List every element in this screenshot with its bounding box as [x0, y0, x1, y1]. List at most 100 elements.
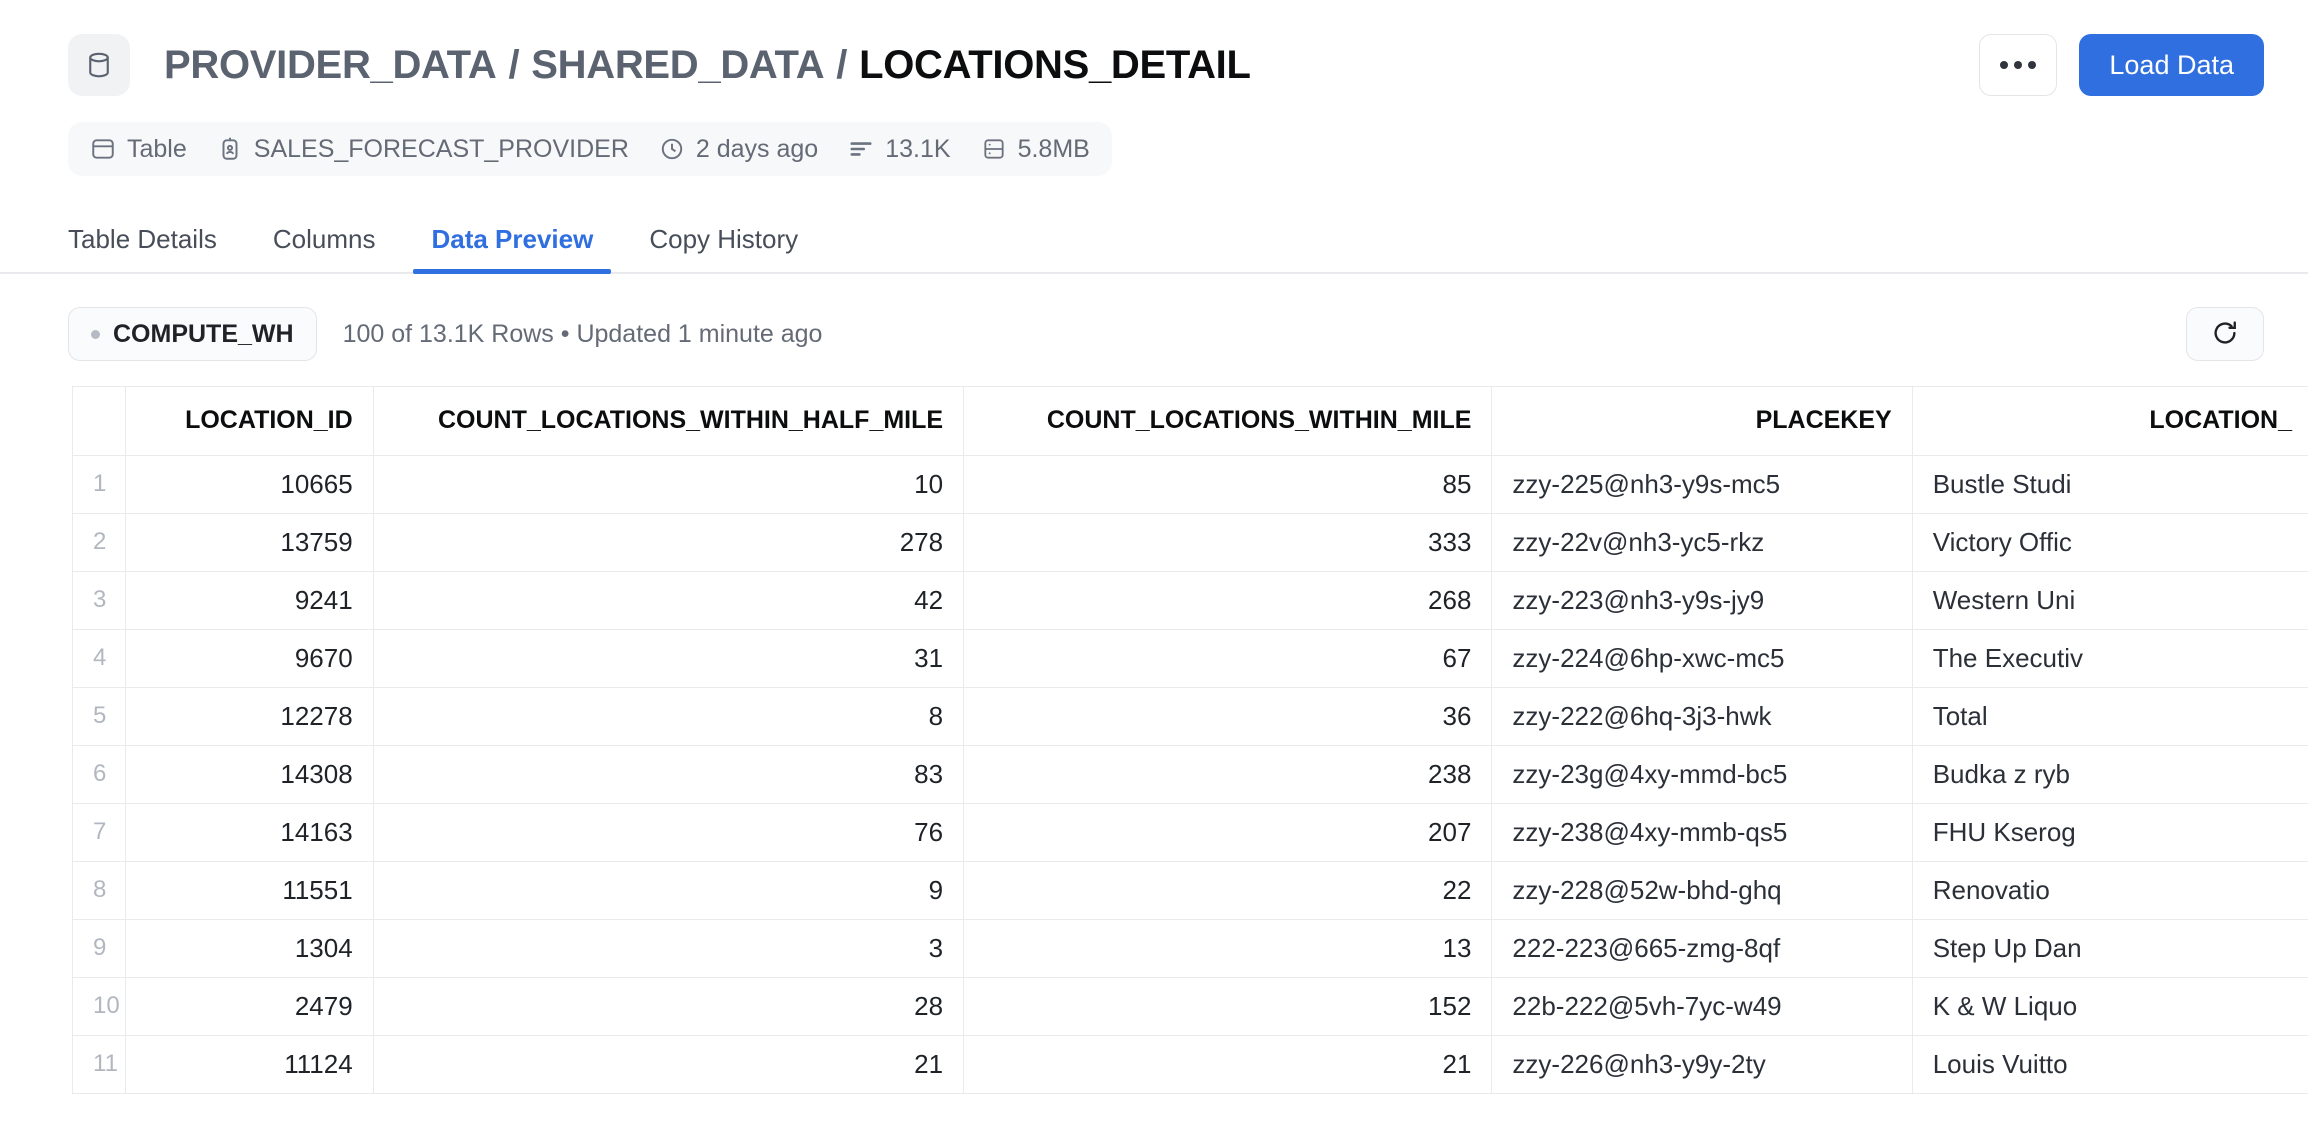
warehouse-status-dot	[91, 329, 100, 339]
rows-icon	[848, 136, 874, 162]
cell-placekey[interactable]: zzy-23g@4xy-mmd-bc5	[1491, 745, 1913, 804]
cell-location-name[interactable]: The Executiv	[1912, 629, 2308, 688]
row-number: 1	[73, 455, 126, 514]
cell-location-name[interactable]: Victory Offic	[1912, 513, 2308, 572]
cell-half-mile[interactable]: 83	[373, 745, 965, 804]
cell-mile[interactable]: 238	[963, 745, 1493, 804]
tab-table-details[interactable]: Table Details	[50, 224, 235, 272]
table-row[interactable]: 10 2479 28 152 22b-222@5vh-7yc-w49 K & W…	[73, 977, 2308, 1036]
breadcrumb-database[interactable]: PROVIDER_DATA	[164, 43, 497, 88]
cell-location-name[interactable]: Budka z ryb	[1912, 745, 2308, 804]
cell-half-mile[interactable]: 278	[373, 513, 965, 572]
table-header-row: LOCATION_ID COUNT_LOCATIONS_WITHIN_HALF_…	[73, 387, 2308, 456]
meta-updated: 2 days ago	[659, 135, 818, 164]
cell-location-id[interactable]: 12278	[125, 687, 374, 746]
cell-mile[interactable]: 36	[963, 687, 1493, 746]
cell-mile[interactable]: 268	[963, 571, 1493, 630]
cell-half-mile[interactable]: 76	[373, 803, 965, 862]
table-row[interactable]: 11 11124 21 21 zzy-226@nh3-y9y-2ty Louis…	[73, 1035, 2308, 1094]
refresh-button[interactable]	[2186, 307, 2264, 361]
cell-location-id[interactable]: 14308	[125, 745, 374, 804]
table-row[interactable]: 5 12278 8 36 zzy-222@6hq-3j3-hwk Total	[73, 687, 2308, 746]
cell-placekey[interactable]: zzy-224@6hp-xwc-mc5	[1491, 629, 1913, 688]
breadcrumb-schema[interactable]: SHARED_DATA	[531, 43, 824, 88]
cell-placekey[interactable]: zzy-22v@nh3-yc5-rkz	[1491, 513, 1913, 572]
refresh-icon	[2210, 318, 2240, 351]
warehouse-selector[interactable]: COMPUTE_WH	[68, 307, 317, 361]
cell-half-mile[interactable]: 21	[373, 1035, 965, 1094]
cell-location-id[interactable]: 13759	[125, 513, 374, 572]
column-header-location-name[interactable]: LOCATION_	[1912, 387, 2308, 456]
cell-location-id[interactable]: 1304	[125, 919, 374, 978]
data-preview-grid[interactable]: LOCATION_ID COUNT_LOCATIONS_WITHIN_HALF_…	[72, 386, 2308, 1094]
load-data-button[interactable]: Load Data	[2079, 34, 2264, 96]
cell-location-name[interactable]: Bustle Studi	[1912, 455, 2308, 514]
cell-mile[interactable]: 152	[963, 977, 1493, 1036]
cell-placekey[interactable]: zzy-225@nh3-y9s-mc5	[1491, 455, 1913, 514]
more-options-button[interactable]	[1979, 34, 2058, 96]
cell-half-mile[interactable]: 3	[373, 919, 965, 978]
meta-size-label: 5.8MB	[1017, 134, 1090, 163]
cell-half-mile[interactable]: 42	[373, 571, 965, 630]
tab-data-preview[interactable]: Data Preview	[413, 224, 612, 274]
cell-location-id[interactable]: 9670	[125, 629, 374, 688]
cell-location-id[interactable]: 9241	[125, 571, 374, 630]
table-row[interactable]: 7 14163 76 207 zzy-238@4xy-mmb-qs5 FHU K…	[73, 803, 2308, 862]
cell-half-mile[interactable]: 10	[373, 455, 965, 514]
cell-half-mile[interactable]: 31	[373, 629, 965, 688]
cell-mile[interactable]: 22	[963, 861, 1493, 920]
tab-columns[interactable]: Columns	[255, 224, 394, 272]
cell-mile[interactable]: 85	[963, 455, 1493, 514]
cell-half-mile[interactable]: 28	[373, 977, 965, 1036]
cell-location-id[interactable]: 2479	[125, 977, 374, 1036]
tab-copy-history[interactable]: Copy History	[631, 224, 816, 272]
cell-placekey[interactable]: zzy-223@nh3-y9s-jy9	[1491, 571, 1913, 630]
cell-location-name[interactable]: Total	[1912, 687, 2308, 746]
meta-provider-label: SALES_FORECAST_PROVIDER	[253, 134, 629, 163]
cell-mile[interactable]: 21	[963, 1035, 1493, 1094]
cell-location-name[interactable]: Western Uni	[1912, 571, 2308, 630]
cell-placekey[interactable]: zzy-238@4xy-mmb-qs5	[1491, 803, 1913, 862]
table-icon	[90, 136, 116, 162]
cell-location-id[interactable]: 11551	[125, 861, 374, 920]
row-number: 9	[73, 919, 126, 978]
cell-placekey[interactable]: zzy-222@6hq-3j3-hwk	[1491, 687, 1913, 746]
cell-location-id[interactable]: 10665	[125, 455, 374, 514]
warehouse-label: COMPUTE_WH	[113, 319, 294, 348]
breadcrumb-separator: /	[508, 42, 520, 87]
column-header-half-mile[interactable]: COUNT_LOCATIONS_WITHIN_HALF_MILE	[373, 387, 965, 456]
cell-location-name[interactable]: Renovatio	[1912, 861, 2308, 920]
table-row[interactable]: 6 14308 83 238 zzy-23g@4xy-mmd-bc5 Budka…	[73, 745, 2308, 804]
breadcrumb: PROVIDER_DATA / SHARED_DATA / LOCATIONS_…	[164, 43, 1251, 88]
cell-mile[interactable]: 207	[963, 803, 1493, 862]
table-row[interactable]: 1 10665 10 85 zzy-225@nh3-y9s-mc5 Bustle…	[73, 455, 2308, 514]
column-header-location-id[interactable]: LOCATION_ID	[125, 387, 374, 456]
cell-half-mile[interactable]: 9	[373, 861, 965, 920]
cell-mile[interactable]: 333	[963, 513, 1493, 572]
cell-half-mile[interactable]: 8	[373, 687, 965, 746]
metadata-strip: Table SALES_FORECAST_PROVIDER 2 days ago…	[68, 122, 1112, 176]
cell-location-name[interactable]: Louis Vuitto	[1912, 1035, 2308, 1094]
cell-location-id[interactable]: 14163	[125, 803, 374, 862]
table-row[interactable]: 4 9670 31 67 zzy-224@6hp-xwc-mc5 The Exe…	[73, 629, 2308, 688]
column-header-mile[interactable]: COUNT_LOCATIONS_WITHIN_MILE	[963, 387, 1493, 456]
cell-location-name[interactable]: Step Up Dan	[1912, 919, 2308, 978]
meta-object-type-label: Table	[127, 134, 187, 163]
ellipsis-icon	[2014, 61, 2023, 69]
cell-mile[interactable]: 13	[963, 919, 1493, 978]
row-number: 4	[73, 629, 126, 688]
table-row[interactable]: 2 13759 278 333 zzy-22v@nh3-yc5-rkz Vict…	[73, 513, 2308, 572]
cell-location-name[interactable]: K & W Liquo	[1912, 977, 2308, 1036]
cell-placekey[interactable]: 22b-222@5vh-7yc-w49	[1491, 977, 1913, 1036]
table-row[interactable]: 8 11551 9 22 zzy-228@52w-bhd-ghq Renovat…	[73, 861, 2308, 920]
table-row[interactable]: 9 1304 3 13 222-223@665-zmg-8qf Step Up …	[73, 919, 2308, 978]
table-row[interactable]: 3 9241 42 268 zzy-223@nh3-y9s-jy9 Wester…	[73, 571, 2308, 630]
cell-placekey[interactable]: zzy-228@52w-bhd-ghq	[1491, 861, 1913, 920]
column-header-placekey[interactable]: PLACEKEY	[1491, 387, 1913, 456]
cell-location-id[interactable]: 11124	[125, 1035, 374, 1094]
cell-placekey[interactable]: 222-223@665-zmg-8qf	[1491, 919, 1913, 978]
provider-icon	[217, 136, 243, 162]
cell-mile[interactable]: 67	[963, 629, 1493, 688]
cell-placekey[interactable]: zzy-226@nh3-y9y-2ty	[1491, 1035, 1913, 1094]
cell-location-name[interactable]: FHU Kserog	[1912, 803, 2308, 862]
